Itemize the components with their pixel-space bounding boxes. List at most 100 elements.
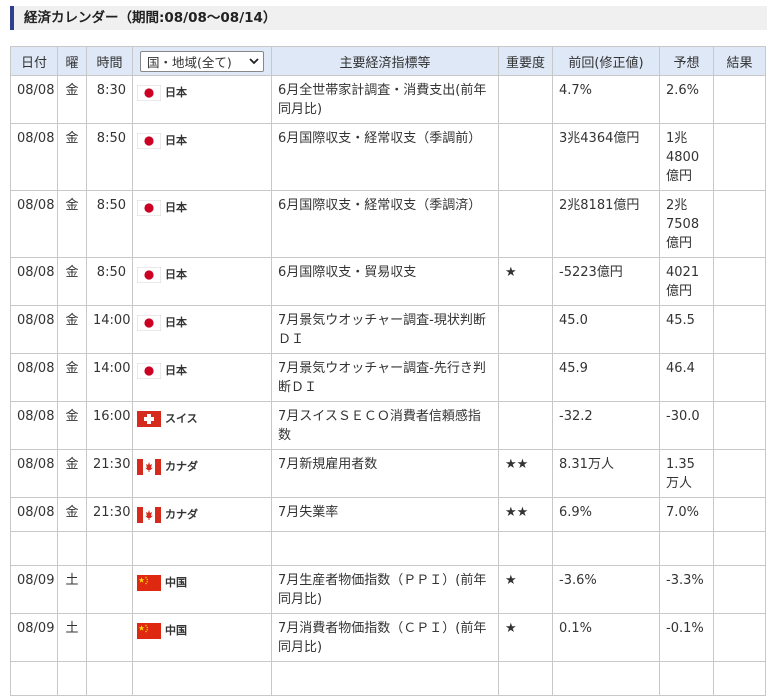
result-cell: [713, 401, 766, 450]
empty-cell: [659, 531, 714, 566]
previous-value-cell: 3兆4364億円: [552, 123, 660, 191]
country-name: 日本: [165, 268, 187, 281]
table-row: 08/08 金 8:50 日本 6月国際収支・貿易収支 ★ -5223億円 4021億円: [10, 257, 766, 306]
result-cell: [713, 353, 766, 402]
country-cell: 中国: [132, 613, 272, 662]
page-title: 経済カレンダー（期間:08/08〜08/14）: [10, 6, 767, 30]
result-cell: [713, 190, 766, 258]
column-header-importance: 重要度: [498, 46, 553, 76]
indicator-cell: 6月全世帯家計調査・消費支出(前年同月比): [271, 75, 499, 124]
table-row: 08/09 土 中国 7月生産者物価指数（ＰＰＩ）(前年同月比) ★ -3.6% -3.3%: [10, 565, 766, 614]
weekday-cell: 金: [57, 497, 87, 532]
chevron-down-icon: [249, 57, 259, 64]
column-header-weekday: 曜: [57, 46, 87, 76]
previous-value-cell: 8.31万人: [552, 449, 660, 498]
table-row: 08/08 金 14:00 日本 7月景気ウオッチャー調査-現状判断ＤＩ 45.0 45.5: [10, 305, 766, 354]
empty-cell: [86, 661, 133, 696]
empty-cell: [713, 531, 766, 566]
china-flag-icon: [137, 622, 161, 639]
time-cell: 8:50: [86, 123, 133, 191]
economic-calendar-table: 日付 曜 時間 国・地域(全て) 主要経済指標等 重要度 前回(修正値) 予想 …: [10, 46, 766, 696]
blank-row: [10, 531, 766, 566]
time-cell: 21:30: [86, 497, 133, 532]
date-cell: 08/08: [10, 257, 58, 306]
time-cell: [86, 613, 133, 662]
column-header-previous: 前回(修正値): [552, 46, 660, 76]
date-cell: 08/09: [10, 565, 58, 614]
indicator-cell: 7月景気ウオッチャー調査-先行き判断ＤＩ: [271, 353, 499, 402]
column-header-result: 結果: [713, 46, 766, 76]
country-cell: 日本: [132, 353, 272, 402]
region-filter-value: 国・地域(全て): [147, 54, 232, 70]
empty-cell: [57, 531, 87, 566]
previous-value-cell: -3.6%: [552, 565, 660, 614]
forecast-cell: -0.1%: [659, 613, 714, 662]
empty-cell: [659, 661, 714, 696]
time-cell: 16:00: [86, 401, 133, 450]
weekday-cell: 金: [57, 353, 87, 402]
previous-value-cell: -5223億円: [552, 257, 660, 306]
column-header-time: 時間: [86, 46, 133, 76]
country-name: スイス: [165, 412, 198, 425]
forecast-cell: -30.0: [659, 401, 714, 450]
previous-value-cell: -32.2: [552, 401, 660, 450]
blank-row: [10, 661, 766, 696]
forecast-cell: 46.4: [659, 353, 714, 402]
previous-value-cell: 0.1%: [552, 613, 660, 662]
time-cell: 8:50: [86, 257, 133, 306]
importance-cell: [498, 353, 553, 402]
weekday-cell: 金: [57, 123, 87, 191]
japan-flag-icon: [136, 362, 162, 379]
indicator-cell: 7月消費者物価指数（ＣＰＩ）(前年同月比): [271, 613, 499, 662]
weekday-cell: 金: [57, 190, 87, 258]
weekday-cell: 金: [57, 401, 87, 450]
empty-cell: [132, 531, 272, 566]
table-row: 08/08 金 8:30 日本 6月全世帯家計調査・消費支出(前年同月比) 4.7% 2.6…: [10, 75, 766, 124]
weekday-cell: 金: [57, 305, 87, 354]
forecast-cell: 1.35万人: [659, 449, 714, 498]
importance-cell: ★: [498, 613, 553, 662]
table-row: 08/08 金 14:00 日本 7月景気ウオッチャー調査-先行き判断ＤＩ 45.9 46.…: [10, 353, 766, 402]
result-cell: [713, 497, 766, 532]
empty-cell: [498, 531, 553, 566]
time-cell: 8:30: [86, 75, 133, 124]
indicator-cell: 7月スイスＳＥＣＯ消費者信頼感指数: [271, 401, 499, 450]
weekday-cell: 土: [57, 565, 87, 614]
weekday-cell: 金: [57, 257, 87, 306]
date-cell: 08/08: [10, 353, 58, 402]
date-cell: 08/08: [10, 497, 58, 532]
importance-cell: [498, 401, 553, 450]
region-filter-select[interactable]: 国・地域(全て): [140, 50, 264, 72]
result-cell: [713, 75, 766, 124]
indicator-cell: 7月新規雇用者数: [271, 449, 499, 498]
empty-cell: [271, 531, 499, 566]
country-name: 日本: [165, 86, 187, 99]
importance-cell: ★★: [498, 497, 553, 532]
empty-cell: [713, 661, 766, 696]
date-cell: 08/08: [10, 401, 58, 450]
japan-flag-icon: [136, 314, 162, 331]
time-cell: 21:30: [86, 449, 133, 498]
table-row: 08/08 金 21:30 カナダ 7月新規雇用者数 ★★ 8.31万人 1.35万人: [10, 449, 766, 498]
table-row: 08/09 土 中国 7月消費者物価指数（ＣＰＩ）(前年同月比) ★ 0.1% -0.1%: [10, 613, 766, 662]
empty-cell: [10, 661, 58, 696]
importance-cell: [498, 75, 553, 124]
importance-cell: [498, 123, 553, 191]
empty-cell: [498, 661, 553, 696]
result-cell: [713, 565, 766, 614]
country-name: 中国: [165, 576, 187, 589]
country-name: 中国: [165, 624, 187, 637]
indicator-cell: 6月国際収支・貿易収支: [271, 257, 499, 306]
importance-cell: [498, 190, 553, 258]
country-name: カナダ: [165, 508, 198, 521]
empty-cell: [57, 661, 87, 696]
column-header-forecast: 予想: [659, 46, 714, 76]
column-header-region: 国・地域(全て): [132, 46, 272, 76]
weekday-cell: 土: [57, 613, 87, 662]
country-name: 日本: [165, 201, 187, 214]
indicator-cell: 6月国際収支・経常収支（季調済）: [271, 190, 499, 258]
date-cell: 08/09: [10, 613, 58, 662]
country-cell: 中国: [132, 565, 272, 614]
table-row: 08/08 金 8:50 日本 6月国際収支・経常収支（季調済） 2兆8181億円 2兆75…: [10, 190, 766, 258]
previous-value-cell: 45.0: [552, 305, 660, 354]
